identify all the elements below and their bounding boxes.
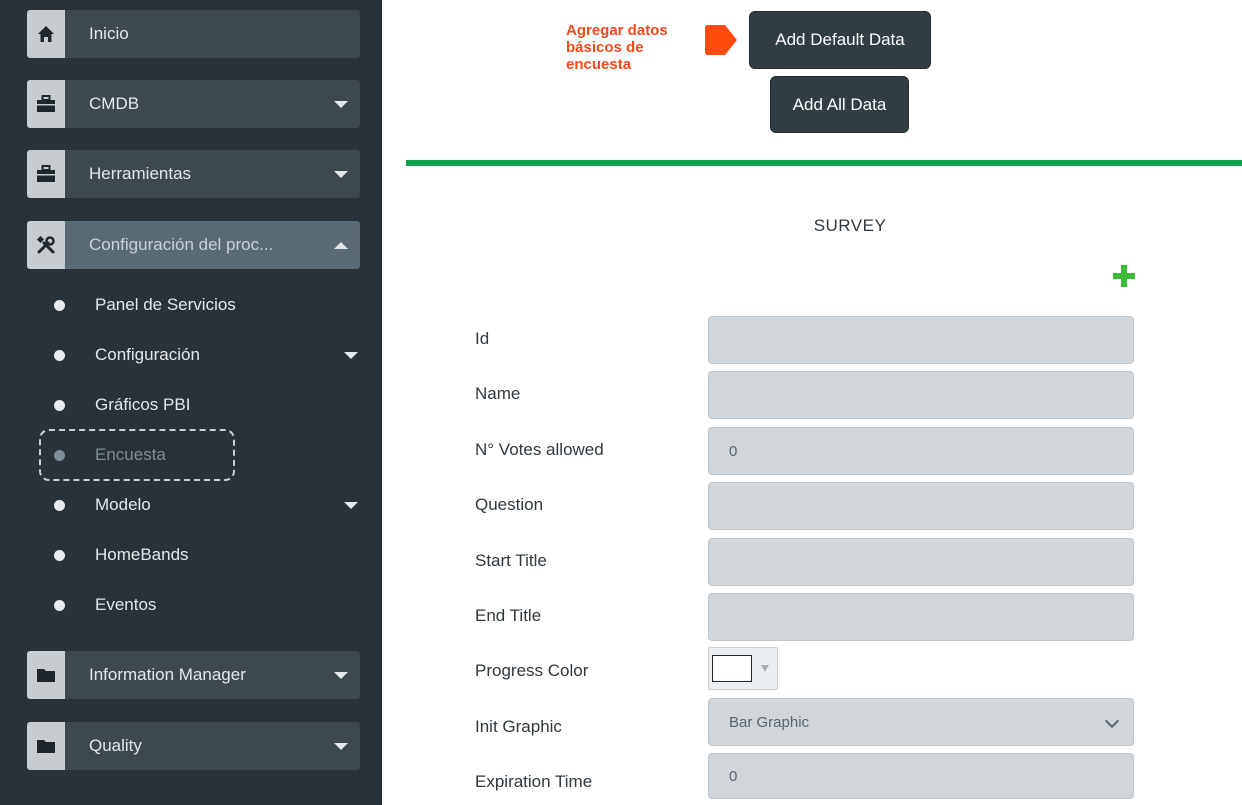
chevron-down-icon: [334, 742, 348, 750]
survey-title: SURVEY: [813, 216, 887, 235]
sidebar-item-inicio[interactable]: Inicio: [27, 10, 360, 58]
color-swatch: [712, 655, 752, 682]
sidebar-subitem-label: Panel de Servicios: [95, 295, 236, 314]
folder-icon: [27, 722, 65, 770]
init-graphic-value: Bar Graphic: [729, 713, 810, 731]
bullet-icon: [54, 399, 65, 411]
field-label-end-title: End Title: [475, 606, 542, 625]
section-divider: [406, 160, 1242, 166]
sidebar-subitem-panel-servicios[interactable]: Panel de Servicios: [50, 290, 360, 320]
arrow-right-icon: [705, 25, 737, 55]
annotation-text: Agregar datos básicos de encuesta: [566, 22, 668, 73]
bullet-icon: [54, 499, 65, 511]
sidebar-item-label: Configuración del proc...: [89, 235, 274, 254]
init-graphic-select[interactable]: Bar Graphic: [708, 698, 1134, 746]
sidebar-subitem-label: Gráficos PBI: [95, 395, 191, 414]
question-input[interactable]: [708, 482, 1134, 530]
tools-icon: [27, 221, 65, 269]
field-label-votes-allowed: N° Votes allowed: [475, 440, 604, 459]
chevron-up-icon: [334, 241, 348, 249]
chevron-down-icon: [334, 100, 348, 108]
add-all-data-button[interactable]: Add All Data: [770, 76, 909, 133]
chevron-down-icon: [344, 501, 358, 509]
sidebar-subitem-eventos[interactable]: Eventos: [50, 590, 360, 620]
field-label-start-title: Start Title: [475, 551, 547, 570]
sidebar-subitem-label: Configuración: [95, 345, 200, 364]
sidebar-item-herramientas[interactable]: Herramientas: [27, 150, 360, 198]
expiration-time-input[interactable]: 0: [708, 753, 1134, 799]
sidebar-item-label: Information Manager: [89, 665, 246, 684]
sidebar-item-label: Inicio: [89, 24, 129, 43]
sidebar-item-quality[interactable]: Quality: [27, 722, 360, 770]
sidebar-item-label: CMDB: [89, 94, 140, 113]
briefcase-icon: [27, 150, 65, 198]
chevron-down-icon: [344, 351, 358, 359]
votes-allowed-input[interactable]: 0: [708, 427, 1134, 475]
progress-color-picker[interactable]: [708, 647, 778, 690]
field-label-question: Question: [475, 495, 544, 514]
sidebar-subitem-label: Modelo: [95, 495, 151, 514]
sidebar-subitem-modelo[interactable]: Modelo: [50, 490, 360, 520]
sidebar-subitem-label: HomeBands: [95, 545, 189, 564]
field-label-name: Name: [475, 384, 521, 403]
field-label-id: Id: [475, 329, 490, 348]
chevron-down-icon: [761, 665, 769, 672]
page: Inicio CMDB Herramientas Configuración d…: [0, 0, 1242, 805]
field-label-init-graphic: Init Graphic: [475, 717, 562, 736]
chevron-down-icon: [334, 170, 348, 178]
sidebar-subitem-label: Eventos: [95, 595, 157, 614]
chevron-down-icon: [334, 671, 348, 679]
briefcase-icon: [27, 80, 65, 128]
bullet-icon: [54, 449, 65, 461]
home-icon: [27, 10, 65, 58]
add-default-data-button[interactable]: Add Default Data: [749, 11, 931, 69]
sidebar-item-cmdb[interactable]: CMDB: [27, 80, 360, 128]
sidebar-subitem-encuesta[interactable]: Encuesta: [50, 440, 360, 470]
sidebar-subitem-graficos-pbi[interactable]: Gráficos PBI: [50, 390, 360, 420]
sidebar-subitem-homebands[interactable]: HomeBands: [50, 540, 360, 570]
bullet-icon: [54, 299, 65, 311]
field-label-progress-color: Progress Color: [475, 661, 589, 680]
sidebar-item-configuracion-proceso[interactable]: Configuración del proc...: [27, 221, 360, 269]
field-label-expiration-time: Expiration Time: [475, 772, 593, 791]
bullet-icon: [54, 599, 65, 611]
sidebar-item-information-manager[interactable]: Information Manager: [27, 651, 360, 699]
bullet-icon: [54, 549, 65, 561]
add-icon[interactable]: [1113, 265, 1135, 287]
folder-icon: [27, 651, 65, 699]
name-input[interactable]: [708, 371, 1134, 419]
sidebar: Inicio CMDB Herramientas Configuración d…: [0, 0, 382, 805]
id-input[interactable]: [708, 316, 1134, 364]
chevron-down-icon: [1104, 713, 1120, 729]
sidebar-item-label: Herramientas: [89, 164, 192, 183]
start-title-input[interactable]: [708, 538, 1134, 586]
sidebar-subitem-configuracion[interactable]: Configuración: [50, 340, 360, 370]
end-title-input[interactable]: [708, 593, 1134, 641]
sidebar-item-label: Quality: [89, 736, 142, 755]
bullet-icon: [54, 349, 65, 361]
sidebar-subitem-label: Encuesta: [95, 445, 166, 464]
